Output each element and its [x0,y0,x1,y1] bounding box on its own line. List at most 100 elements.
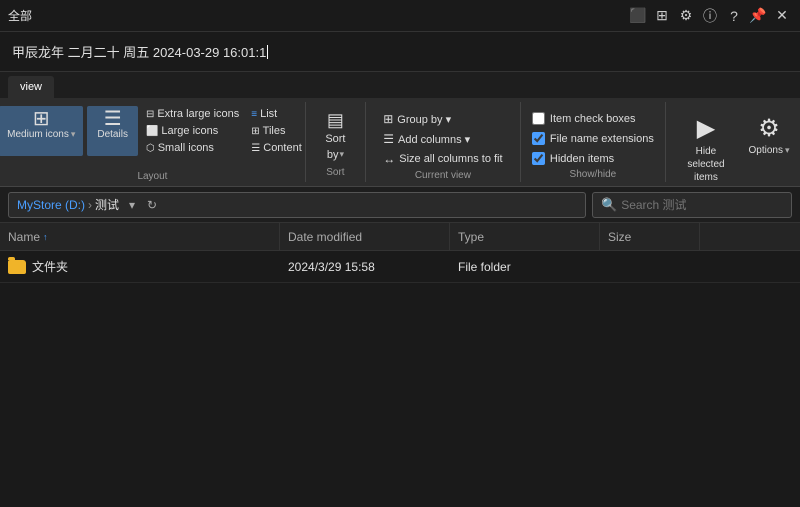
show-hide-group-label: Show/hide [570,167,617,180]
hidden-items-label: Hidden items [550,153,614,165]
hidden-items-toggle[interactable]: Hidden items [530,150,656,167]
nav-path-controls: ▾ ↻ [123,196,161,214]
extra-large-icons-label: Extra large icons [157,108,239,120]
search-input[interactable] [621,198,771,212]
small-icons-button[interactable]: ⬡ Small icons [142,140,243,156]
window-title: 全部 [8,7,32,24]
gear-icon[interactable]: ⚙ [676,6,696,26]
info-icon[interactable]: ⓘ [700,6,720,26]
column-header-size[interactable]: Size [600,223,700,250]
hide-selected-button[interactable]: ▶ Hide selected items [672,110,740,188]
column-header-date[interactable]: Date modified [280,223,450,250]
address-bar[interactable]: MyStore (D:) › 测试 ▾ ↻ [8,192,586,218]
options-button[interactable]: ⚙ Options ▾ [744,110,794,160]
column-date-label: Date modified [288,230,362,244]
nav-path-folder: 测试 [95,196,119,213]
actions-group: ▶ Hide selected items ⚙ Options ▾ [666,102,800,182]
item-checkboxes-toggle[interactable]: Item check boxes [530,110,656,127]
path-dropdown-button[interactable]: ▾ [123,196,141,214]
file-name-cell: 文件夹 [0,251,280,282]
large-icons-button[interactable]: ⬜ Large icons [142,123,243,139]
title-bar: 全部 ⬛ ⊞ ⚙ ⓘ ? 📌 ✕ [0,0,800,32]
list-label: List [260,108,277,120]
sort-arrow: ▾ [339,149,344,160]
size-all-columns-button[interactable]: ↔ Size all columns to fit [379,150,506,168]
file-type-cell: File folder [450,251,600,282]
file-name-extensions-toggle[interactable]: File name extensions [530,130,656,147]
file-name-extensions-label: File name extensions [550,133,654,145]
details-label: Details [97,129,128,140]
help-icon[interactable]: ? [724,6,744,26]
file-name-extensions-input[interactable] [532,132,545,145]
size-columns-icon: ↔ [383,152,395,166]
close-button[interactable]: ✕ [772,6,792,26]
file-list-header: Name ↑ Date modified Type Size [0,223,800,251]
qr-icon[interactable]: ⊞ [652,6,672,26]
details-button[interactable]: ☰ Details [87,106,138,156]
add-columns-icon: ☰ [383,132,394,146]
ribbon-tab-bar: view [0,72,800,98]
medium-icons-button[interactable]: ⊞ Medium icons ▾ [0,106,83,156]
sort-group: ▤ Sort by ▾ Sort [306,102,366,182]
navigation-bar: MyStore (D:) › 测试 ▾ ↻ 🔍 [0,187,800,223]
file-date-cell: 2024/3/29 15:58 [280,251,450,282]
list-button[interactable]: ≡ List [247,106,306,122]
item-checkboxes-label: Item check boxes [550,113,636,125]
group-by-button[interactable]: ⊞ Group by ▾ [379,110,506,128]
column-type-label: Type [458,230,484,244]
table-row[interactable]: 文件夹 2024/3/29 15:58 File folder [0,251,800,283]
current-view-group-label: Current view [415,168,471,181]
file-type: File folder [458,260,511,274]
medium-icons-arrow: ▾ [71,129,76,140]
monitor-icon[interactable]: ⬛ [628,6,648,26]
layout-group: ⊞ Medium icons ▾ ☰ Details ⊟ [0,102,306,182]
layout-group-label: Layout [137,169,167,182]
search-box[interactable]: 🔍 [592,192,792,218]
nav-separator: › [88,198,92,212]
column-header-name[interactable]: Name ↑ [0,223,280,250]
column-size-label: Size [608,230,631,244]
sort-arrow-name: ↑ [43,232,48,242]
sort-label: Sort [325,133,345,146]
file-size-cell [600,251,700,282]
size-all-columns-label: Size all columns to fit [399,153,502,165]
title-bar-left: 全部 [8,7,32,24]
tiles-button[interactable]: ⊞ Tiles [247,123,306,139]
path-refresh-button[interactable]: ↻ [143,196,161,214]
tab-view[interactable]: view [8,76,54,98]
tiles-label: Tiles [263,125,286,137]
options-arrow: ▾ [785,145,790,156]
add-columns-button[interactable]: ☰ Add columns ▾ [379,130,506,148]
small-icons-label: Small icons [158,142,214,154]
ribbon: view ⊞ Medium icons ▾ ☰ Details [0,72,800,187]
sort-by-button[interactable]: ▤ Sort by ▾ [319,106,351,164]
options-label: Options [749,145,783,156]
large-icons-label: Large icons [161,125,218,137]
extra-large-icons-button[interactable]: ⊟ Extra large icons [142,106,243,122]
ribbon-content: ⊞ Medium icons ▾ ☰ Details ⊟ [0,98,800,186]
clock-text: 甲辰龙年 二月二十 周五 2024-03-29 16:01:1 [12,42,266,61]
hide-selected-label2: items [694,172,718,183]
clock-bar: 甲辰龙年 二月二十 周五 2024-03-29 16:01:1 [0,32,800,72]
current-view-group: ⊞ Group by ▾ ☰ Add columns ▾ ↔ Size all … [366,102,521,182]
sort-by-label: by [327,149,339,161]
column-header-type[interactable]: Type [450,223,600,250]
add-columns-label: Add columns ▾ [398,133,470,146]
hide-selected-label: Hide selected [687,146,724,170]
cursor [267,45,268,59]
pin-icon[interactable]: 📌 [748,6,768,26]
nav-path-drive[interactable]: MyStore (D:) [17,198,85,212]
sort-group-label: Sort [326,165,344,178]
search-icon: 🔍 [601,197,617,213]
content-label: Content [263,142,302,154]
group-by-label: Group by ▾ [397,113,451,126]
file-list: Name ↑ Date modified Type Size 文件夹 2024/… [0,223,800,283]
show-hide-group: Item check boxes File name extensions Hi… [521,102,666,182]
file-date: 2024/3/29 15:58 [288,260,375,274]
item-checkboxes-input[interactable] [532,112,545,125]
title-bar-controls: ⬛ ⊞ ⚙ ⓘ ? 📌 ✕ [628,6,792,26]
group-by-icon: ⊞ [383,112,393,126]
content-button[interactable]: ☰ Content [247,140,306,156]
medium-icons-label: Medium icons [7,129,69,140]
hidden-items-input[interactable] [532,152,545,165]
